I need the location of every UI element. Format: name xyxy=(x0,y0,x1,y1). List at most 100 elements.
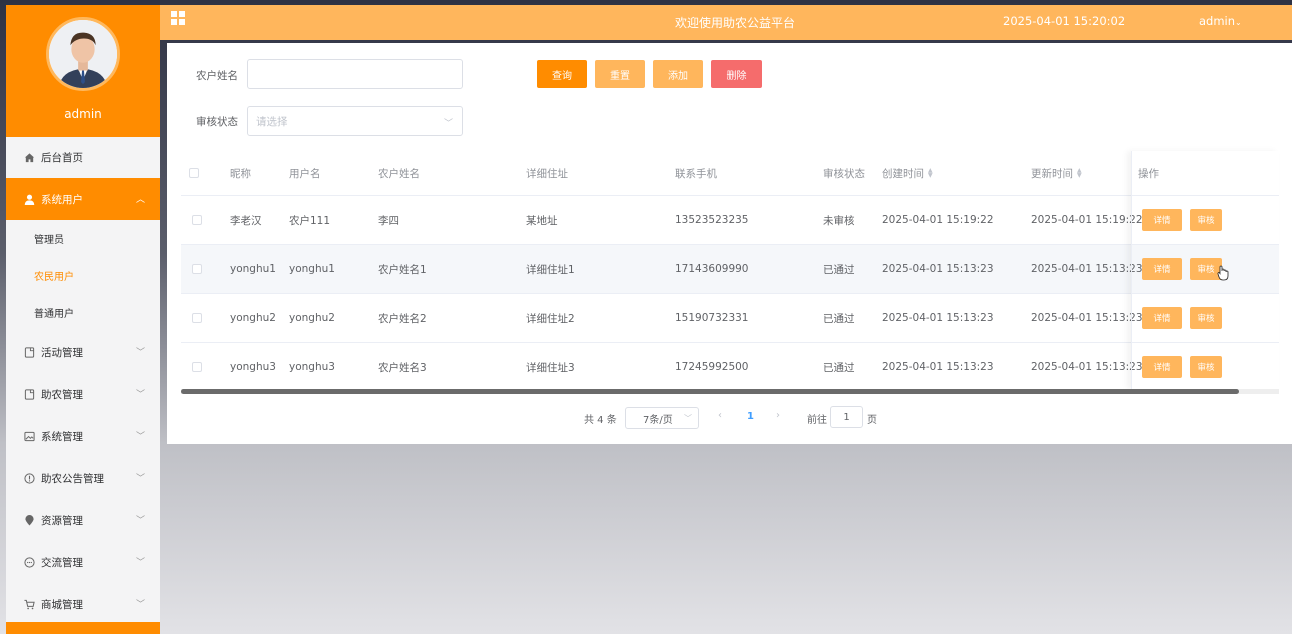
menu-item-dashboard[interactable]: 后台首页 xyxy=(6,137,160,178)
sort-icon[interactable]: ▲ ▼ xyxy=(928,168,933,179)
table-row[interactable]: yonghu2 yonghu2 农户姓名2 详细住址2 15190732331 … xyxy=(181,294,1279,343)
menu-item-announcement[interactable]: 助农公告管理 ﹀ xyxy=(6,457,160,499)
image-icon xyxy=(23,430,35,442)
main-panel: 农户姓名 审核状态 请选择 ﹀ 查询 重置 添加 删除 昵称 用户名 农户姓名 … xyxy=(167,43,1292,444)
user-icon xyxy=(23,193,35,205)
detail-button[interactable]: 详情 xyxy=(1142,258,1182,280)
goto-page-input[interactable]: 1 xyxy=(830,406,863,428)
farmer-name-label: 农户姓名 xyxy=(196,70,238,82)
chevron-down-icon: ﹀ xyxy=(135,390,145,400)
sort-icon[interactable]: ▲ ▼ xyxy=(1077,168,1082,179)
column-label: 创建时间 xyxy=(882,167,924,180)
cell-updated-time: 2025-04-01 15:13:23 xyxy=(1031,263,1143,275)
cell-phone: 15190732331 xyxy=(675,312,749,324)
detail-button[interactable]: 详情 xyxy=(1142,209,1182,231)
location-icon xyxy=(23,514,35,526)
menu-item-label: 资源管理 xyxy=(41,514,83,527)
menu-item-communication[interactable]: 交流管理 ﹀ xyxy=(6,541,160,583)
table-row[interactable]: yonghu3 yonghu3 农户姓名3 详细住址3 17245992500 … xyxy=(181,343,1279,392)
menu-item-label: 助农管理 xyxy=(41,388,83,401)
detail-button[interactable]: 详情 xyxy=(1142,356,1182,378)
cell-farmer-name: 农户姓名2 xyxy=(378,312,427,325)
cell-created-time: 2025-04-01 15:13:23 xyxy=(882,312,994,324)
menu-item-label: 活动管理 xyxy=(41,346,83,359)
column-phone: 联系手机 xyxy=(675,167,717,180)
scrollbar-thumb[interactable] xyxy=(181,389,1239,394)
audit-status-select[interactable]: 请选择 ﹀ xyxy=(247,106,463,136)
cell-created-time: 2025-04-01 15:19:22 xyxy=(882,214,994,226)
chevron-down-icon: ﹀ xyxy=(135,516,145,526)
cell-farmer-name: 农户姓名1 xyxy=(378,263,427,276)
user-dropdown[interactable]: admin⌄ xyxy=(1199,14,1242,28)
document-icon xyxy=(23,388,35,400)
delete-button[interactable]: 删除 xyxy=(711,60,762,88)
avatar[interactable] xyxy=(46,17,120,91)
table-row[interactable]: 李老汉 农户111 李四 某地址 13523523235 未审核 2025-04… xyxy=(181,196,1279,245)
detail-button[interactable]: 详情 xyxy=(1142,307,1182,329)
horizontal-scrollbar[interactable] xyxy=(181,389,1279,394)
cell-address: 详细住址2 xyxy=(526,312,575,325)
caret-down-icon: ⌄ xyxy=(1235,18,1242,27)
chat-icon xyxy=(23,556,35,568)
row-checkbox[interactable] xyxy=(192,313,202,323)
document-icon xyxy=(23,346,35,358)
cell-nickname: 李老汉 xyxy=(230,214,262,227)
audit-button[interactable]: 审核 xyxy=(1190,356,1222,378)
menu-item-system[interactable]: 系统管理 ﹀ xyxy=(6,415,160,457)
menu-item-shop[interactable]: 商城管理 ﹀ xyxy=(6,583,160,625)
audit-status-placeholder: 请选择 xyxy=(256,115,288,128)
chevron-down-icon: ﹀ xyxy=(443,119,453,129)
add-button[interactable]: 添加 xyxy=(653,60,703,88)
row-checkbox[interactable] xyxy=(192,215,202,225)
goto-label: 前往 xyxy=(807,415,827,426)
sidebar-username: admin xyxy=(64,107,102,121)
cell-updated-time: 2025-04-01 15:19:22 xyxy=(1031,214,1143,226)
cell-status: 已通过 xyxy=(823,361,855,374)
select-all-checkbox[interactable] xyxy=(189,168,199,178)
chevron-down-icon: ﹀ xyxy=(135,558,145,568)
cell-username: yonghu1 xyxy=(289,263,335,275)
menu-item-farm-aid[interactable]: 助农管理 ﹀ xyxy=(6,373,160,415)
menu-item-resources[interactable]: 资源管理 ﹀ xyxy=(6,499,160,541)
menu-item-label: 系统用户 xyxy=(41,193,83,206)
column-updated-time[interactable]: 更新时间 ▲ ▼ xyxy=(1031,151,1082,195)
cell-status: 未审核 xyxy=(823,214,855,227)
audit-button[interactable]: 审核 xyxy=(1190,209,1222,231)
page-size-select[interactable]: 7条/页 ﹀ xyxy=(625,407,699,429)
sidebar: admin 后台首页 系统用户 ︿ 管理员 农民用户 普通用户 活动管理 ﹀ 助… xyxy=(6,5,160,634)
audit-status-label: 审核状态 xyxy=(196,116,238,128)
cell-phone: 13523523235 xyxy=(675,214,749,226)
sidebar-bottom-bar xyxy=(6,622,160,634)
submenu-item-admin[interactable]: 管理员 xyxy=(6,220,160,257)
page-size-value: 7条/页 xyxy=(643,414,673,426)
grid-menu-icon[interactable] xyxy=(170,10,186,26)
chevron-down-icon: ﹀ xyxy=(135,432,145,442)
page-number-current[interactable]: 1 xyxy=(747,411,754,433)
chevron-up-icon: ︿ xyxy=(135,195,145,205)
reset-button[interactable]: 重置 xyxy=(595,60,645,88)
cell-address: 详细住址1 xyxy=(526,263,575,276)
column-actions: 操作 xyxy=(1138,167,1159,180)
cell-created-time: 2025-04-01 15:13:23 xyxy=(882,361,994,373)
avatar-image xyxy=(49,20,117,88)
audit-button[interactable]: 审核 xyxy=(1190,307,1222,329)
row-checkbox[interactable] xyxy=(192,362,202,372)
query-button[interactable]: 查询 xyxy=(537,60,587,88)
farmer-name-input[interactable] xyxy=(247,59,463,89)
prev-page-button[interactable]: ‹ xyxy=(718,410,722,432)
row-checkbox[interactable] xyxy=(192,264,202,274)
table-row[interactable]: yonghu1 yonghu1 农户姓名1 详细住址1 17143609990 … xyxy=(181,245,1279,294)
submenu-item-normal-users[interactable]: 普通用户 xyxy=(6,294,160,331)
menu-item-label: 系统管理 xyxy=(41,430,83,443)
menu-item-activity[interactable]: 活动管理 ﹀ xyxy=(6,331,160,373)
submenu-item-farmer-users[interactable]: 农民用户 xyxy=(6,257,160,294)
column-created-time[interactable]: 创建时间 ▲ ▼ xyxy=(882,151,933,195)
menu-item-system-users[interactable]: 系统用户 ︿ xyxy=(6,178,160,220)
cell-username: 农户111 xyxy=(289,214,331,227)
cell-phone: 17245992500 xyxy=(675,361,749,373)
next-page-button[interactable]: › xyxy=(776,410,780,432)
menu-item-label: 后台首页 xyxy=(41,152,83,164)
page-suffix: 页 xyxy=(867,415,877,426)
cell-created-time: 2025-04-01 15:13:23 xyxy=(882,263,994,275)
sidebar-header: admin xyxy=(6,5,160,137)
